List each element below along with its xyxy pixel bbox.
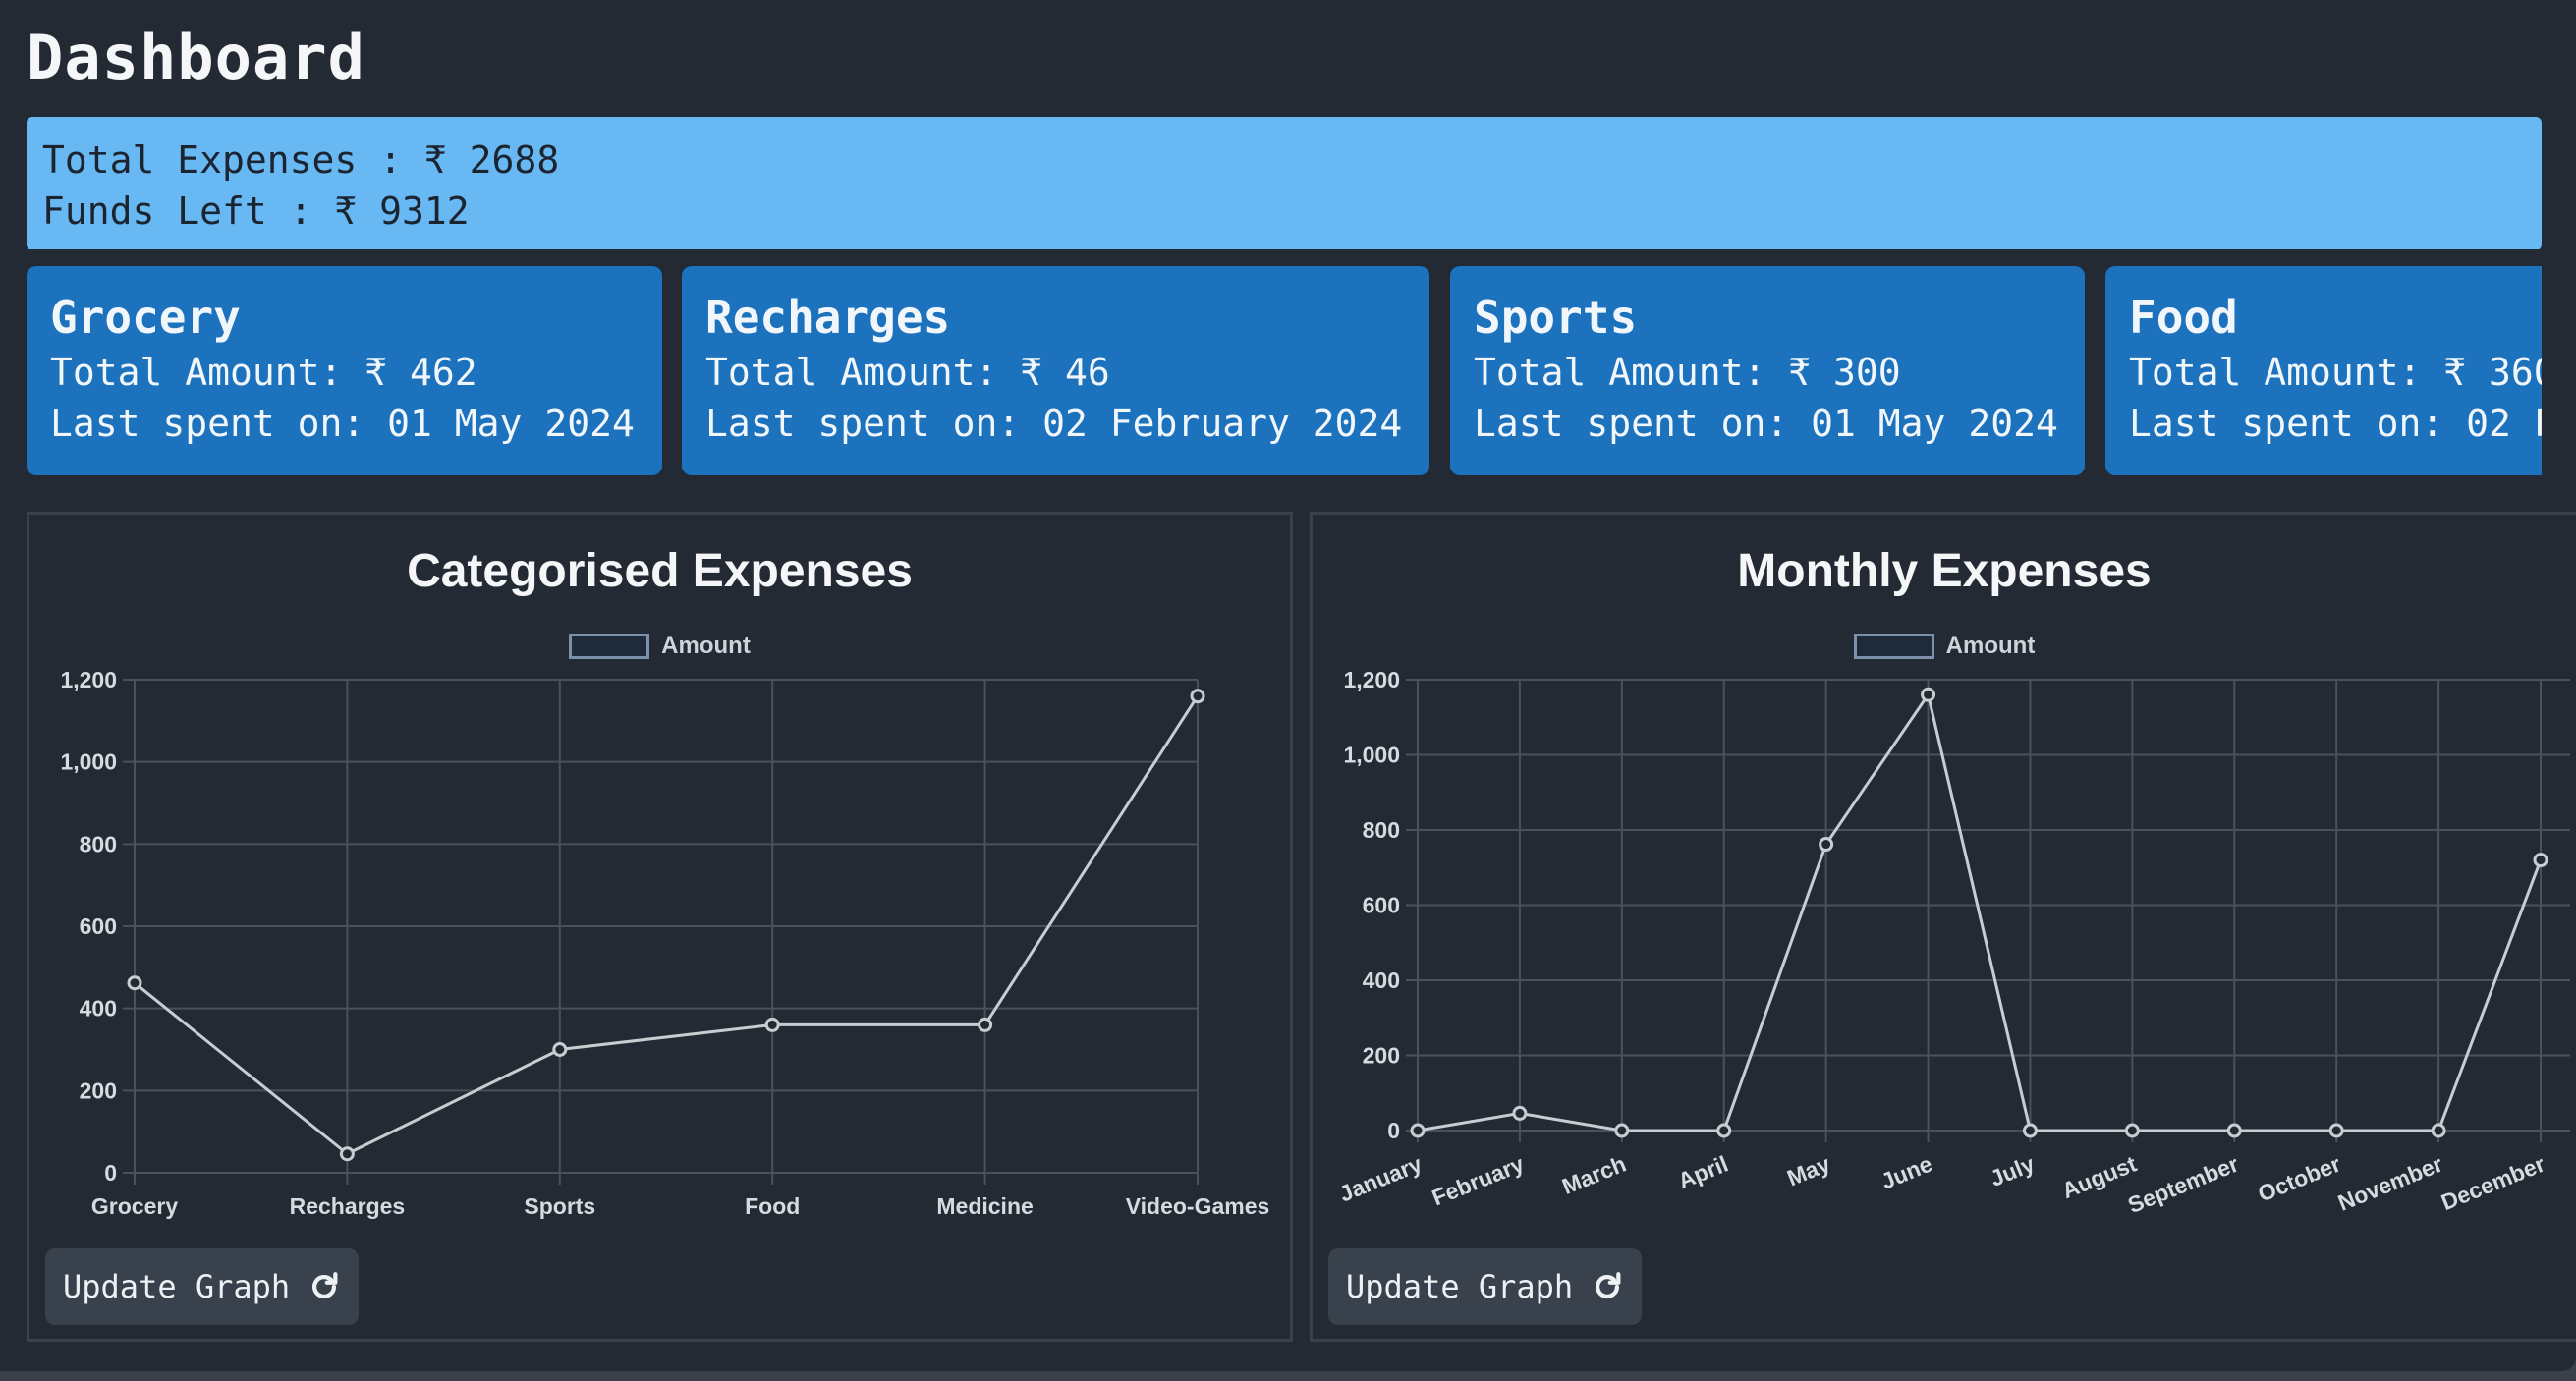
category-cards: Grocery Total Amount: ₹ 462 Last spent o… (27, 266, 2542, 475)
funds-left-text: Funds Left : ₹ 9312 (42, 190, 470, 233)
category-name: Grocery (50, 291, 241, 344)
data-point (764, 1017, 780, 1032)
y-tick-label: 400 (80, 996, 117, 1022)
category-name: Sports (1474, 291, 1638, 344)
categorised-expenses-chart: 0 200 400 600 800 1,000 1,200 Grocery Recharges S… (60, 667, 1270, 1219)
x-tick-label: March (1558, 1151, 1630, 1199)
category-card-recharges[interactable]: Recharges Total Amount: ₹ 46 Last spent … (682, 266, 1429, 475)
x-tick-label: September (2124, 1151, 2242, 1219)
x-tick-label: Video-Games (1126, 1193, 1270, 1219)
data-point (1512, 1105, 1528, 1121)
series-line (134, 694, 1200, 1156)
refresh-icon (312, 1272, 338, 1299)
data-point (2431, 1123, 2446, 1138)
data-point (2226, 1123, 2242, 1138)
data-point (978, 1017, 993, 1032)
y-tick-label: 0 (104, 1160, 117, 1186)
data-point (2124, 1123, 2140, 1138)
category-total: Total Amount: ₹ 360 (2129, 351, 2542, 394)
dashboard-page: Dashboard Total Expenses : ₹ 2688 Funds … (0, 0, 2576, 1371)
x-tick-label: June (1877, 1151, 1936, 1194)
x-tick-label: Grocery (91, 1193, 178, 1219)
y-tick-label: 1,200 (60, 667, 117, 692)
x-tick-label: May (1783, 1150, 1833, 1190)
data-point (1819, 837, 1834, 853)
data-point (1921, 687, 1936, 702)
x-tick-label: Sports (524, 1193, 595, 1219)
y-tick-label: 200 (1363, 1043, 1400, 1069)
y-tick-label: 400 (1363, 967, 1400, 993)
x-tick-label: January (1335, 1150, 1426, 1206)
x-tick-label: November (2334, 1151, 2446, 1216)
x-tick-label: Food (745, 1193, 800, 1219)
update-graph-label: Update Graph (1346, 1268, 1574, 1305)
y-tick-label: 800 (80, 831, 117, 856)
y-tick-label: 600 (80, 913, 117, 939)
total-expenses-text: Total Expenses : ₹ 2688 (42, 138, 560, 182)
data-point (339, 1146, 355, 1162)
x-tick-label: July (1987, 1150, 2039, 1190)
category-total: Total Amount: ₹ 300 (1474, 351, 1901, 394)
data-point (2022, 1123, 2038, 1138)
category-name: Food (2129, 291, 2238, 344)
data-point (2533, 853, 2548, 868)
page-title: Dashboard (27, 22, 365, 93)
category-last-spent: Last spent on: 01 May 2024 (1474, 402, 2058, 445)
x-tick-label: February (1428, 1150, 1528, 1210)
categorised-expenses-panel: Categorised Expenses Amount 0 200 400 600 80… (27, 512, 1293, 1342)
data-point (1410, 1123, 1426, 1138)
data-point (1614, 1123, 1630, 1138)
category-card-grocery[interactable]: Grocery Total Amount: ₹ 462 Last spent o… (27, 266, 662, 475)
x-tick-label: October (2255, 1151, 2345, 1207)
monthly-expenses-chart: 0 200 400 600 800 1,000 1,200 January February Ma… (1335, 667, 2570, 1219)
summary-banner: Total Expenses : ₹ 2688 Funds Left : ₹ 9… (27, 117, 2542, 249)
category-last-spent: Last spent on: 01 May 2024 (50, 402, 635, 445)
category-last-spent: Last spent on: 02 February 2024 (2129, 402, 2542, 445)
y-tick-label: 1,200 (1343, 667, 1400, 692)
data-point (2328, 1123, 2344, 1138)
category-name: Recharges (705, 291, 951, 344)
x-tick-label: December (2437, 1151, 2548, 1216)
data-point (1190, 689, 1205, 704)
category-card-sports[interactable]: Sports Total Amount: ₹ 300 Last spent on… (1450, 266, 2085, 475)
x-tick-label: Recharges (290, 1193, 406, 1219)
monthly-expenses-panel: Monthly Expenses Amount 0 200 400 600 800 1,0… (1310, 512, 2576, 1342)
update-graph-button[interactable]: Update Graph (45, 1248, 360, 1325)
x-tick-label: April (1674, 1151, 1731, 1194)
category-last-spent: Last spent on: 02 February 2024 (705, 402, 1403, 445)
data-point (127, 975, 142, 991)
y-tick-label: 0 (1387, 1118, 1400, 1143)
y-tick-label: 200 (80, 1077, 117, 1103)
y-tick-label: 1,000 (1343, 743, 1400, 768)
update-graph-label: Update Graph (63, 1268, 291, 1305)
category-card-food[interactable]: Food Total Amount: ₹ 360 Last spent on: … (2105, 266, 2542, 475)
refresh-icon (1596, 1272, 1621, 1299)
x-tick-label: Medicine (936, 1193, 1033, 1219)
y-tick-label: 600 (1363, 893, 1400, 918)
data-point (552, 1042, 568, 1057)
data-point (1716, 1123, 1732, 1138)
y-tick-label: 1,000 (60, 749, 117, 775)
series-line (1417, 690, 2543, 1132)
y-tick-label: 800 (1363, 817, 1400, 843)
category-total: Total Amount: ₹ 462 (50, 351, 477, 394)
update-graph-button[interactable]: Update Graph (1328, 1248, 1643, 1325)
category-total: Total Amount: ₹ 46 (705, 351, 1110, 394)
